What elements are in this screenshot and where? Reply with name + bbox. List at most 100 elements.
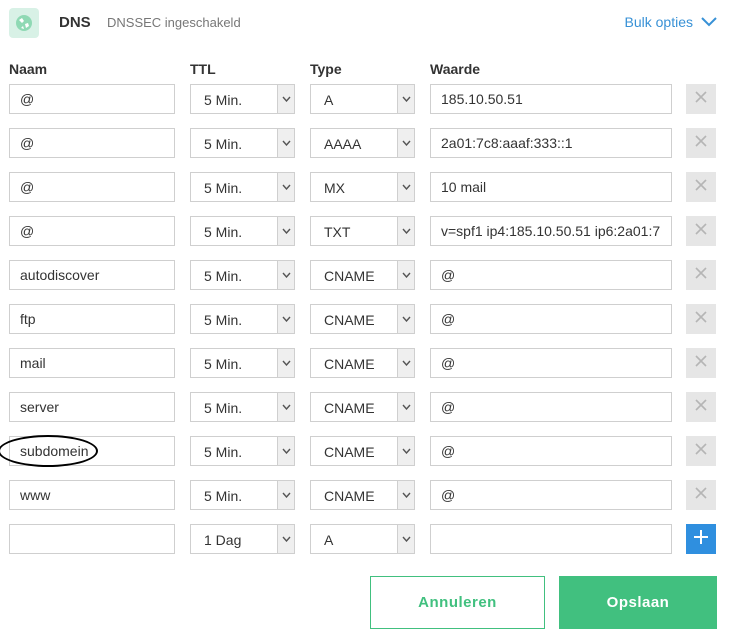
save-button[interactable]: Opslaan <box>559 576 717 629</box>
column-header-name: Naam <box>9 61 48 77</box>
record-type-select[interactable]: MX <box>310 172 415 202</box>
record-ttl-select[interactable]: 5 Min. <box>190 304 295 334</box>
close-icon <box>695 178 707 196</box>
delete-record-button[interactable] <box>686 304 716 334</box>
caret-down-icon <box>277 481 294 509</box>
caret-down-icon <box>397 481 414 509</box>
record-name-input[interactable]: autodiscover <box>9 260 175 290</box>
record-value-input[interactable]: @ <box>430 480 672 510</box>
record-value-input[interactable]: @ <box>430 392 672 422</box>
record-type-select[interactable]: CNAME <box>310 392 415 422</box>
close-icon <box>695 266 707 284</box>
caret-down-icon <box>397 305 414 333</box>
record-ttl-select[interactable]: 5 Min. <box>190 260 295 290</box>
close-icon <box>695 398 707 416</box>
record-name-input[interactable]: mail <box>9 348 175 378</box>
delete-record-button[interactable] <box>686 84 716 114</box>
record-type-value: A <box>324 92 334 108</box>
caret-down-icon <box>397 217 414 245</box>
caret-down-icon <box>397 261 414 289</box>
bulk-options-toggle[interactable]: Bulk opties <box>625 14 717 30</box>
table-row: mail 5 Min. CNAME @ <box>0 348 729 378</box>
record-type-select[interactable]: TXT <box>310 216 415 246</box>
record-name-input[interactable]: @ <box>9 128 175 158</box>
record-ttl-select[interactable]: 5 Min. <box>190 348 295 378</box>
record-name-input[interactable]: @ <box>9 216 175 246</box>
record-ttl-select[interactable]: 5 Min. <box>190 392 295 422</box>
caret-down-icon <box>397 173 414 201</box>
record-ttl-select[interactable]: 5 Min. <box>190 436 295 466</box>
record-type-select[interactable]: CNAME <box>310 348 415 378</box>
record-value-input[interactable]: 185.10.50.51 <box>430 84 672 114</box>
record-name-input[interactable]: server <box>9 392 175 422</box>
close-icon <box>695 486 707 504</box>
caret-down-icon <box>277 437 294 465</box>
record-type-value: CNAME <box>324 444 375 460</box>
record-ttl-value: 5 Min. <box>204 268 243 284</box>
caret-down-icon <box>277 525 294 553</box>
delete-record-button[interactable] <box>686 348 716 378</box>
new-ttl-select[interactable]: 1 Dag <box>190 524 295 554</box>
record-ttl-value: 5 Min. <box>204 444 243 460</box>
record-ttl-select[interactable]: 5 Min. <box>190 128 295 158</box>
record-value-input[interactable]: @ <box>430 304 672 334</box>
record-ttl-select[interactable]: 5 Min. <box>190 480 295 510</box>
close-icon <box>695 310 707 328</box>
page-title: DNS <box>59 14 91 31</box>
record-value-input[interactable]: 2a01:7c8:aaaf:333::1 <box>430 128 672 158</box>
record-value-input[interactable]: v=spf1 ip4:185.10.50.51 ip6:2a01:7 <box>430 216 672 246</box>
delete-record-button[interactable] <box>686 392 716 422</box>
new-type-select[interactable]: A <box>310 524 415 554</box>
caret-down-icon <box>277 85 294 113</box>
record-name-input[interactable]: ftp <box>9 304 175 334</box>
record-type-value: CNAME <box>324 268 375 284</box>
cancel-button[interactable]: Annuleren <box>370 576 545 629</box>
new-record-row: 1 Dag A <box>0 524 729 554</box>
record-type-select[interactable]: CNAME <box>310 304 415 334</box>
record-type-select[interactable]: CNAME <box>310 260 415 290</box>
table-row: subdomein 5 Min. CNAME @ <box>0 435 729 467</box>
record-type-value: MX <box>324 180 345 196</box>
record-value-input[interactable]: @ <box>430 260 672 290</box>
delete-record-button[interactable] <box>686 480 716 510</box>
delete-record-button[interactable] <box>686 260 716 290</box>
close-icon <box>695 222 707 240</box>
record-ttl-select[interactable]: 5 Min. <box>190 172 295 202</box>
new-value-input[interactable] <box>430 524 672 554</box>
caret-down-icon <box>277 393 294 421</box>
caret-down-icon <box>277 129 294 157</box>
record-name-input[interactable]: subdomein <box>9 436 175 466</box>
record-type-select[interactable]: CNAME <box>310 436 415 466</box>
table-row: www 5 Min. CNAME @ <box>0 480 729 510</box>
delete-record-button[interactable] <box>686 436 716 466</box>
record-ttl-select[interactable]: 5 Min. <box>190 216 295 246</box>
add-record-button[interactable] <box>686 524 716 554</box>
new-name-input[interactable] <box>9 524 175 554</box>
record-name-input[interactable]: www <box>9 480 175 510</box>
chevron-down-icon <box>701 14 717 30</box>
delete-record-button[interactable] <box>686 128 716 158</box>
record-ttl-value: 5 Min. <box>204 488 243 504</box>
record-ttl-select[interactable]: 5 Min. <box>190 84 295 114</box>
record-type-select[interactable]: AAAA <box>310 128 415 158</box>
record-ttl-value: 5 Min. <box>204 92 243 108</box>
record-value-input[interactable]: @ <box>430 348 672 378</box>
new-ttl-value: 1 Dag <box>204 532 242 548</box>
caret-down-icon <box>397 525 414 553</box>
caret-down-icon <box>397 437 414 465</box>
record-type-select[interactable]: A <box>310 84 415 114</box>
caret-down-icon <box>277 305 294 333</box>
record-value-input[interactable]: @ <box>430 436 672 466</box>
column-header-value: Waarde <box>430 61 481 77</box>
delete-record-button[interactable] <box>686 172 716 202</box>
caret-down-icon <box>397 85 414 113</box>
record-name-input[interactable]: @ <box>9 172 175 202</box>
record-type-select[interactable]: CNAME <box>310 480 415 510</box>
record-name-input[interactable]: @ <box>9 84 175 114</box>
record-value-input[interactable]: 10 mail <box>430 172 672 202</box>
caret-down-icon <box>397 393 414 421</box>
record-type-value: CNAME <box>324 400 375 416</box>
column-header-type: Type <box>310 61 342 77</box>
delete-record-button[interactable] <box>686 216 716 246</box>
record-type-value: CNAME <box>324 312 375 328</box>
